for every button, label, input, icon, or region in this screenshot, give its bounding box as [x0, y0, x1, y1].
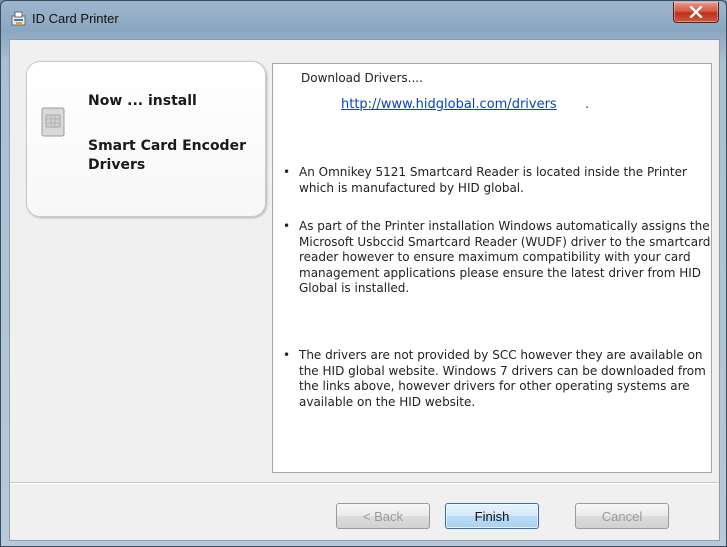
bullet-text: The drivers are not provided by SCC howe…: [299, 348, 706, 409]
bullet-text: As part of the Printer installation Wind…: [299, 219, 711, 296]
drivers-link-suffix: .: [585, 97, 590, 112]
cancel-button[interactable]: Cancel: [575, 503, 669, 529]
step-subheading: Smart Card Encoder Drivers: [88, 138, 246, 173]
installer-app-icon: [10, 10, 28, 28]
download-heading: Download Drivers....: [301, 71, 423, 85]
window-title: ID Card Printer: [32, 11, 119, 26]
step-heading: Now ... install: [88, 93, 197, 109]
bullet-icon: •: [283, 165, 291, 179]
bullet-text: An Omnikey 5121 Smartcard Reader is loca…: [299, 165, 687, 195]
step-card: Now ... install Smart Card Encoder Drive…: [26, 61, 266, 217]
button-separator: [10, 482, 719, 484]
smartcard-icon: [41, 107, 65, 137]
dialog-client-area: Now ... install Smart Card Encoder Drive…: [9, 39, 720, 541]
drivers-link[interactable]: http://www.hidglobal.com/drivers: [341, 97, 557, 112]
close-button[interactable]: [673, 2, 719, 23]
info-panel: Download Drivers.... http://www.hidgloba…: [272, 63, 712, 473]
installer-window: ID Card Printer Now ... install Smart Ca…: [0, 0, 727, 547]
finish-button[interactable]: Finish: [445, 503, 539, 529]
bullet-icon: •: [283, 348, 291, 362]
bullet-icon: •: [283, 219, 291, 233]
close-icon: [689, 6, 703, 18]
title-bar[interactable]: ID Card Printer: [1, 1, 726, 37]
back-button[interactable]: < Back: [336, 503, 430, 529]
